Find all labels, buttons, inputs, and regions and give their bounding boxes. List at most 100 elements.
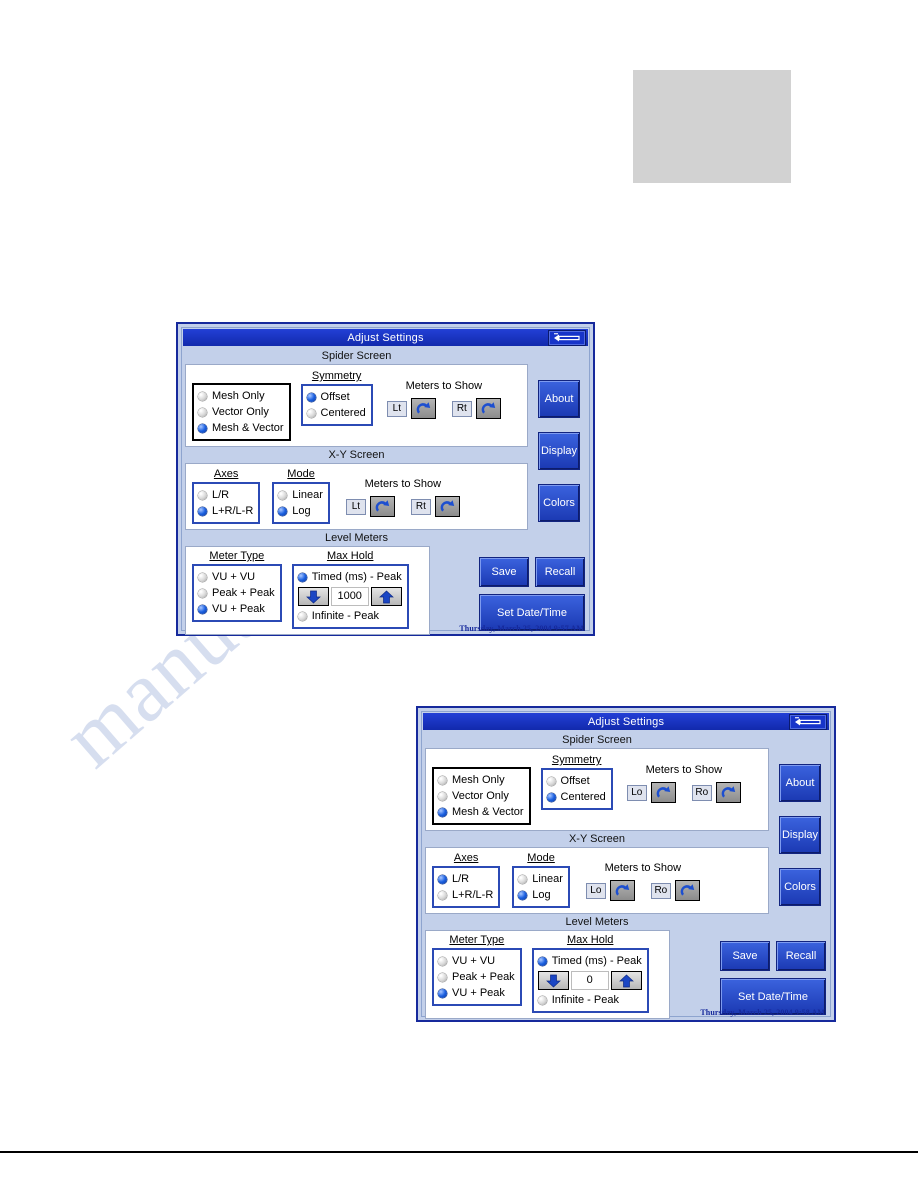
- radio-bullet-icon[interactable]: [198, 391, 207, 401]
- radio-bullet-icon[interactable]: [278, 490, 288, 500]
- radio-bullet-icon[interactable]: [518, 890, 528, 900]
- meter-right-cycle-button[interactable]: [475, 398, 501, 419]
- radio-bullet-icon[interactable]: [278, 506, 288, 516]
- axes-group: Axes L/R L+R/L-R: [432, 852, 501, 908]
- radio-bullet-icon[interactable]: [438, 874, 447, 884]
- radio-option[interactable]: Timed (ms) - Peak: [537, 953, 642, 969]
- max-hold-decrement-button[interactable]: [297, 587, 329, 606]
- radio-option[interactable]: VU + VU: [438, 953, 515, 969]
- radio-bullet-icon[interactable]: [438, 890, 447, 900]
- radio-bullet-icon[interactable]: [198, 572, 207, 582]
- about-button[interactable]: About: [779, 764, 821, 802]
- save-button[interactable]: Save: [479, 557, 529, 587]
- colors-button[interactable]: Colors: [779, 868, 821, 906]
- radio-option[interactable]: Log: [278, 503, 323, 519]
- radio-option[interactable]: L/R: [438, 871, 493, 887]
- radio-option[interactable]: L/R: [198, 487, 253, 503]
- meter-left-chip[interactable]: Lo: [626, 784, 647, 801]
- radio-option[interactable]: Peak + Peak: [198, 585, 275, 601]
- up-arrow-glyph: [618, 974, 634, 987]
- radio-bullet-icon[interactable]: [546, 792, 556, 802]
- radio-option[interactable]: L+R/L-R: [438, 887, 493, 903]
- radio-bullet-icon[interactable]: [438, 807, 447, 817]
- radio-label: Peak + Peak: [452, 971, 515, 983]
- radio-option[interactable]: Mesh & Vector: [438, 804, 524, 820]
- close-back-button[interactable]: [548, 330, 586, 346]
- spider-display-options: Mesh Only Vector Only Mesh & Vector: [432, 767, 531, 825]
- radio-bullet-icon[interactable]: [198, 588, 207, 598]
- close-back-button[interactable]: [789, 714, 827, 730]
- radio-bullet-icon[interactable]: [546, 776, 556, 786]
- meter-left-cycle-button[interactable]: [369, 496, 395, 517]
- radio-option[interactable]: Vector Only: [198, 404, 284, 420]
- radio-bullet-icon[interactable]: [297, 572, 307, 582]
- radio-bullet-icon[interactable]: [518, 874, 528, 884]
- meter-right-chip[interactable]: Ro: [650, 882, 671, 899]
- radio-option[interactable]: VU + Peak: [438, 985, 515, 1001]
- max-hold-increment-button[interactable]: [370, 587, 402, 606]
- radio-option[interactable]: Offset: [306, 389, 366, 405]
- radio-option[interactable]: Peak + Peak: [438, 969, 515, 985]
- action-button-group: Save Recall Set Date/Time: [479, 557, 585, 631]
- radio-option[interactable]: Mesh Only: [438, 772, 524, 788]
- radio-option[interactable]: Mesh Only: [198, 388, 284, 404]
- about-button[interactable]: About: [538, 380, 580, 418]
- recall-button[interactable]: Recall: [535, 557, 585, 587]
- radio-bullet-icon[interactable]: [438, 972, 447, 982]
- radio-bullet-icon[interactable]: [438, 791, 447, 801]
- radio-option[interactable]: Mesh & Vector: [198, 420, 284, 436]
- radio-bullet-icon[interactable]: [537, 995, 547, 1005]
- meter-left-cycle-button[interactable]: [650, 782, 676, 803]
- radio-option[interactable]: Centered: [306, 405, 366, 421]
- xy-screen-panel: Axes L/R L+R/L-R Mode Linear Log Meters to Sho…: [425, 847, 769, 914]
- radio-bullet-icon[interactable]: [198, 604, 207, 614]
- radio-option[interactable]: VU + Peak: [198, 601, 275, 617]
- radio-label: Centered: [560, 791, 606, 803]
- meter-left-chip[interactable]: Lt: [345, 498, 366, 515]
- radio-option[interactable]: Timed (ms) - Peak: [297, 569, 402, 585]
- radio-option[interactable]: Log: [518, 887, 563, 903]
- dialog-inner: Adjust Settings Spider Screen Mesh Only Vec…: [421, 711, 831, 1019]
- meter-right-chip[interactable]: Ro: [691, 784, 712, 801]
- display-button[interactable]: Display: [779, 816, 821, 854]
- dialog-body: Spider Screen Mesh Only Vector Only Mesh & …: [422, 732, 830, 1019]
- radio-bullet-icon[interactable]: [198, 407, 207, 417]
- max-hold-increment-button[interactable]: [610, 971, 642, 990]
- meter-left-cycle-button[interactable]: [609, 880, 635, 901]
- colors-button[interactable]: Colors: [538, 484, 580, 522]
- meter-right-cycle-button[interactable]: [674, 880, 700, 901]
- max-hold-value[interactable]: 0: [570, 971, 609, 990]
- radio-option[interactable]: Offset: [546, 773, 606, 789]
- meter-right-cycle-button[interactable]: [434, 496, 460, 517]
- radio-bullet-icon[interactable]: [306, 392, 316, 402]
- radio-bullet-icon[interactable]: [438, 988, 447, 998]
- section-label-spider: Spider Screen: [562, 734, 632, 746]
- radio-option[interactable]: VU + VU: [198, 569, 275, 585]
- display-button[interactable]: Display: [538, 432, 580, 470]
- radio-bullet-icon[interactable]: [306, 408, 316, 418]
- radio-option[interactable]: Infinite - Peak: [537, 992, 642, 1008]
- meter-left-cycle-button[interactable]: [410, 398, 436, 419]
- radio-option[interactable]: Infinite - Peak: [297, 608, 402, 624]
- meter-right-chip[interactable]: Rt: [451, 400, 472, 417]
- max-hold-value[interactable]: 1000: [330, 587, 369, 606]
- radio-option[interactable]: L+R/L-R: [198, 503, 253, 519]
- radio-option[interactable]: Centered: [546, 789, 606, 805]
- meter-right-chip[interactable]: Rt: [410, 498, 431, 515]
- radio-bullet-icon[interactable]: [198, 506, 207, 516]
- radio-bullet-icon[interactable]: [198, 423, 207, 433]
- radio-option[interactable]: Vector Only: [438, 788, 524, 804]
- radio-bullet-icon[interactable]: [297, 611, 307, 621]
- recall-button[interactable]: Recall: [776, 941, 826, 971]
- radio-bullet-icon[interactable]: [438, 775, 447, 785]
- meter-left-chip[interactable]: Lo: [585, 882, 606, 899]
- meter-left-chip[interactable]: Lt: [386, 400, 407, 417]
- radio-option[interactable]: Linear: [518, 871, 563, 887]
- radio-bullet-icon[interactable]: [537, 956, 547, 966]
- save-button[interactable]: Save: [720, 941, 770, 971]
- meter-right-cycle-button[interactable]: [715, 782, 741, 803]
- radio-option[interactable]: Linear: [278, 487, 323, 503]
- radio-bullet-icon[interactable]: [198, 490, 207, 500]
- max-hold-decrement-button[interactable]: [537, 971, 569, 990]
- radio-bullet-icon[interactable]: [438, 956, 447, 966]
